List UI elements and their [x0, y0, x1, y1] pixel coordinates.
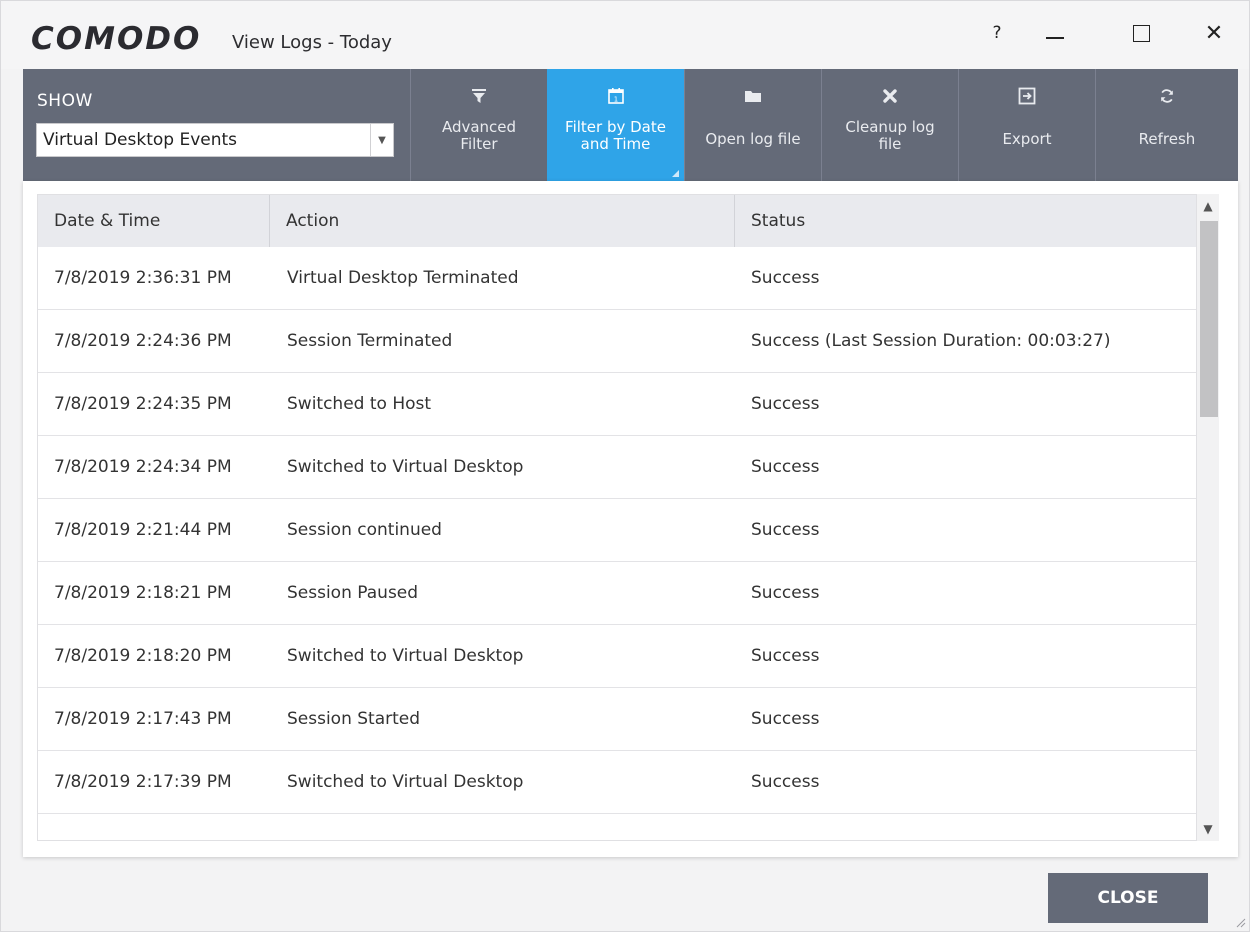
status-cell: Success — [751, 772, 820, 792]
scroll-down-icon[interactable]: ▼ — [1197, 817, 1219, 841]
date-time-cell: 7/8/2019 2:24:35 PM — [54, 394, 232, 414]
cleanup-log-file-label: Cleanup log file — [845, 118, 935, 153]
date-time-cell: 7/8/2019 2:17:39 PM — [54, 772, 232, 792]
action-cell: Session Started — [287, 709, 421, 729]
filter-by-date-button[interactable]: 1 Filter by Date and Time — [547, 69, 684, 181]
table-row[interactable]: 7/8/2019 2:24:34 PM Switched to Virtual … — [38, 436, 1196, 499]
action-cell: Virtual Desktop Terminated — [287, 268, 519, 288]
toolbar: SHOW Virtual Desktop Events ▼ Advanced F… — [23, 69, 1238, 181]
view-logs-window: COMODO View Logs - Today ? ✕ SHOW Virtua… — [0, 0, 1250, 932]
date-time-cell: 7/8/2019 2:24:36 PM — [54, 331, 232, 351]
comodo-logo: COMODO — [31, 21, 202, 57]
dropdown-corner-icon — [672, 170, 679, 177]
action-cell: Session Terminated — [287, 331, 453, 351]
table-header: Date & Time Action Status — [38, 195, 1196, 247]
refresh-button[interactable]: Refresh — [1095, 69, 1238, 181]
status-cell: Success — [751, 520, 820, 540]
advanced-filter-label: Advanced Filter — [441, 118, 517, 153]
x-mark-icon — [822, 84, 958, 108]
table-row[interactable]: 7/8/2019 2:21:44 PM Session continued Su… — [38, 499, 1196, 562]
table-row[interactable]: 7/8/2019 2:18:20 PM Switched to Virtual … — [38, 625, 1196, 688]
minimize-button[interactable] — [1033, 15, 1077, 51]
action-cell: Switched to Host — [287, 394, 432, 414]
status-cell: Success (Last Session Duration: 00:03:27… — [751, 331, 1111, 351]
column-header-action[interactable]: Action — [270, 195, 735, 247]
status-cell: Success — [751, 457, 820, 477]
show-dropdown-value: Virtual Desktop Events — [43, 130, 238, 150]
column-header-status[interactable]: Status — [735, 195, 1196, 247]
maximize-icon — [1132, 24, 1150, 42]
table-row[interactable]: 7/8/2019 2:24:36 PM Session Terminated S… — [38, 310, 1196, 373]
action-cell: Switched to Virtual Desktop — [287, 457, 524, 477]
table-row[interactable]: 7/8/2019 2:18:21 PM Session Paused Succe… — [38, 562, 1196, 625]
maximize-button[interactable] — [1119, 15, 1163, 51]
action-cell: Switched to Virtual Desktop — [287, 646, 524, 666]
folder-icon — [685, 84, 821, 108]
date-time-cell: 7/8/2019 2:36:31 PM — [54, 268, 232, 288]
cleanup-log-file-button[interactable]: Cleanup log file — [821, 69, 958, 181]
export-icon — [959, 84, 1095, 108]
column-header-date-time[interactable]: Date & Time — [38, 195, 270, 247]
date-time-cell: 7/8/2019 2:24:34 PM — [54, 457, 232, 477]
minimize-icon — [1046, 37, 1064, 39]
scroll-up-icon[interactable]: ▲ — [1197, 194, 1219, 218]
date-time-cell: 7/8/2019 2:18:21 PM — [54, 583, 232, 603]
date-time-cell: 7/8/2019 2:18:20 PM — [54, 646, 232, 666]
show-dropdown[interactable]: Virtual Desktop Events ▼ — [36, 123, 394, 157]
show-label: SHOW — [37, 91, 93, 111]
action-cell: Session continued — [287, 520, 442, 540]
status-cell: Success — [751, 583, 820, 603]
open-log-file-label: Open log file — [705, 130, 801, 148]
refresh-icon — [1096, 84, 1238, 108]
svg-text:1: 1 — [613, 96, 617, 104]
scrollbar-thumb[interactable] — [1200, 221, 1218, 417]
date-time-cell: 7/8/2019 2:21:44 PM — [54, 520, 232, 540]
title-bar: COMODO View Logs - Today ? ✕ — [1, 1, 1249, 69]
help-button[interactable]: ? — [975, 15, 1019, 51]
advanced-filter-button[interactable]: Advanced Filter — [410, 69, 547, 181]
dropdown-arrow-icon[interactable]: ▼ — [370, 124, 393, 156]
export-label: Export — [1002, 130, 1052, 148]
date-time-cell: 7/8/2019 2:17:43 PM — [54, 709, 232, 729]
log-panel: Date & Time Action Status 7/8/2019 2:36:… — [23, 181, 1238, 857]
action-cell: Switched to Virtual Desktop — [287, 772, 524, 792]
calendar-icon: 1 — [547, 84, 684, 108]
export-button[interactable]: Export — [958, 69, 1095, 181]
status-cell: Success — [751, 394, 820, 414]
table-row[interactable]: 7/8/2019 2:17:43 PM Session Started Succ… — [38, 688, 1196, 751]
open-log-file-button[interactable]: Open log file — [684, 69, 821, 181]
refresh-label: Refresh — [1138, 130, 1196, 148]
window-title: View Logs - Today — [232, 32, 392, 53]
window-close-button[interactable]: ✕ — [1192, 15, 1236, 51]
filter-by-date-label: Filter by Date and Time — [565, 118, 666, 153]
vertical-scrollbar[interactable]: ▲ ▼ — [1197, 194, 1219, 841]
status-cell: Success — [751, 646, 820, 666]
status-cell: Success — [751, 268, 820, 288]
resize-grip-icon[interactable] — [1234, 916, 1246, 928]
close-button[interactable]: CLOSE — [1048, 873, 1208, 923]
filter-icon — [411, 84, 547, 108]
table-row[interactable]: 7/8/2019 2:36:31 PM Virtual Desktop Term… — [38, 247, 1196, 310]
status-cell: Success — [751, 709, 820, 729]
table-row[interactable]: 7/8/2019 2:24:35 PM Switched to Host Suc… — [38, 373, 1196, 436]
action-cell: Session Paused — [287, 583, 419, 603]
log-table: Date & Time Action Status 7/8/2019 2:36:… — [37, 194, 1197, 841]
table-body: 7/8/2019 2:36:31 PM Virtual Desktop Term… — [38, 247, 1196, 814]
table-row[interactable]: 7/8/2019 2:17:39 PM Switched to Virtual … — [38, 751, 1196, 814]
